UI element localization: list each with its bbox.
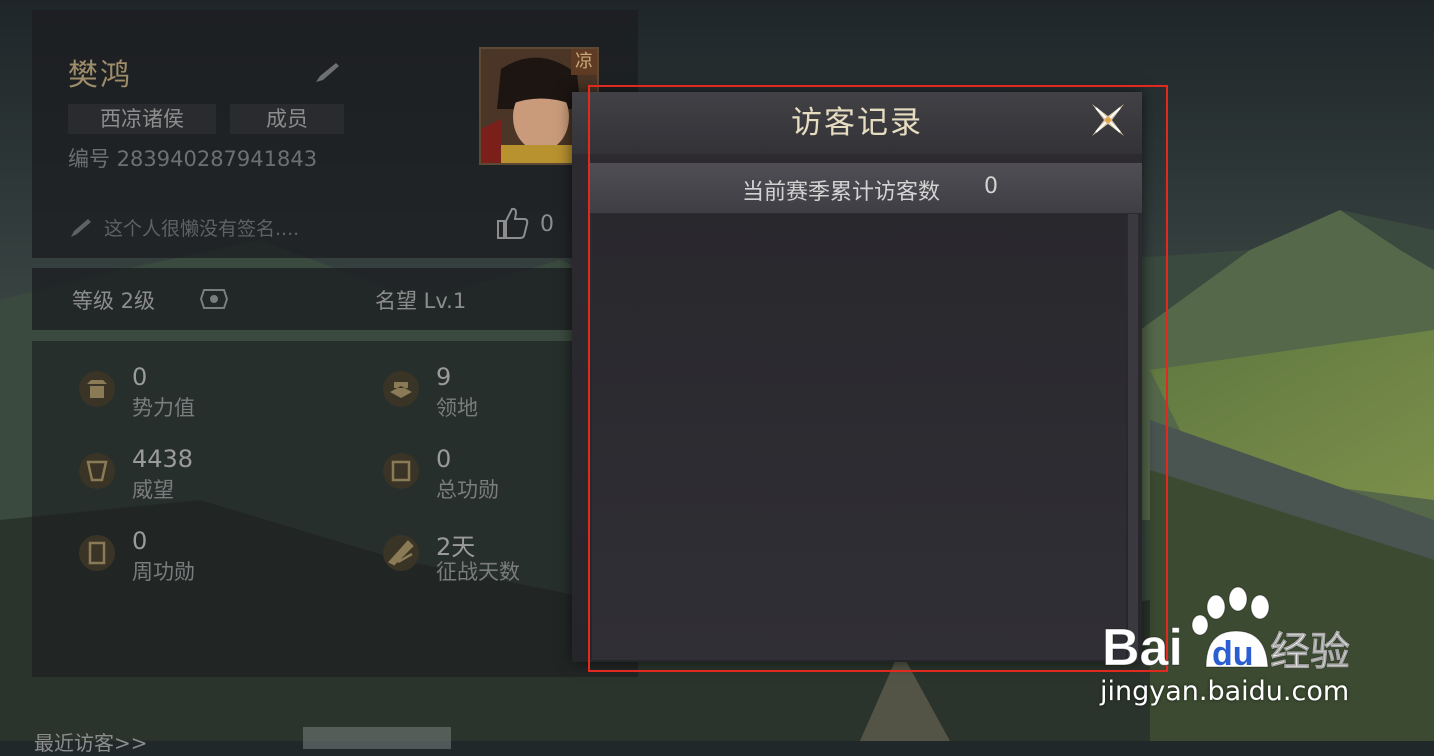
stat-label: 总功勋 bbox=[436, 478, 499, 502]
battle-days-icon bbox=[383, 535, 419, 571]
player-name: 樊鸿 bbox=[68, 58, 132, 93]
watermark-brand: Bai bbox=[1102, 619, 1183, 677]
region-badge: 凉 bbox=[571, 49, 597, 75]
fame-text: 名望 Lv.1 bbox=[375, 289, 467, 313]
annotation-highlight-box bbox=[588, 85, 1168, 672]
stat-label: 势力值 bbox=[132, 396, 195, 420]
edit-name-icon[interactable] bbox=[312, 60, 342, 86]
prestige-icon bbox=[79, 453, 115, 489]
territory-icon bbox=[383, 371, 419, 407]
stat-value: 0 bbox=[132, 527, 148, 555]
watermark-product: 经验 bbox=[1270, 629, 1350, 675]
signature-text[interactable]: 这个人很懒没有签名.... bbox=[104, 214, 299, 241]
role-label: 成员 bbox=[230, 104, 344, 134]
watermark-brand-suffix: du bbox=[1212, 635, 1254, 673]
stat-label: 领地 bbox=[436, 396, 478, 420]
level-badge-icon[interactable] bbox=[198, 284, 230, 314]
power-icon bbox=[79, 371, 115, 407]
stat-label: 威望 bbox=[132, 478, 174, 502]
total-merit-icon bbox=[383, 453, 419, 489]
stat-value: 4438 bbox=[132, 445, 194, 473]
stat-value: 0 bbox=[132, 363, 148, 391]
stats-panel bbox=[32, 341, 638, 677]
weekly-merit-icon bbox=[79, 535, 115, 571]
player-id: 编号 283940287941843 bbox=[68, 147, 318, 171]
faction-label: 西凉诸侯 bbox=[68, 104, 216, 134]
stat-label: 周功勋 bbox=[132, 560, 195, 584]
stat-value: 9 bbox=[436, 363, 452, 391]
recent-visitors-link[interactable]: 最近访客>> bbox=[34, 727, 148, 756]
stat-value: 0 bbox=[436, 445, 452, 473]
stat-label: 征战天数 bbox=[436, 560, 520, 584]
signature-pen-icon[interactable] bbox=[68, 216, 94, 240]
bottom-button[interactable] bbox=[303, 727, 451, 749]
like-count: 0 bbox=[540, 212, 554, 237]
level-text: 等级 2级 bbox=[72, 289, 156, 313]
watermark-url: jingyan.baidu.com bbox=[1100, 676, 1350, 707]
thumbs-up-icon[interactable] bbox=[494, 205, 530, 241]
